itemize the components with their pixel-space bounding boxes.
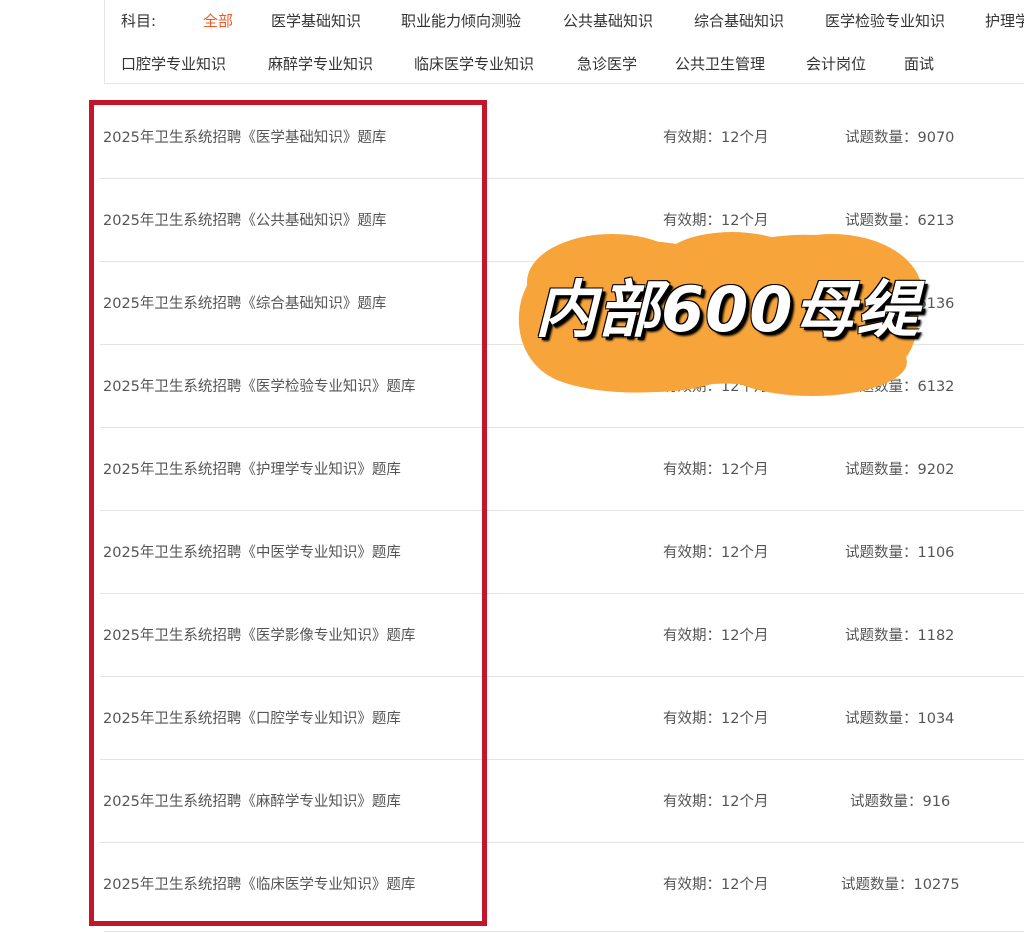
item-title[interactable]: 2025年卫生系统招聘《医学影像专业知识》题库 xyxy=(103,626,415,646)
filter-clinical-medicine[interactable]: 临床医学专业知识 xyxy=(414,52,534,76)
item-question-count: 试题数量：6213 xyxy=(845,213,955,229)
item-question-count: 试题数量：1034 xyxy=(845,711,955,727)
item-question-count: 试题数量：1182 xyxy=(845,628,955,644)
item-title[interactable]: 2025年卫生系统招聘《护理学专业知识》题库 xyxy=(103,460,401,480)
list-item[interactable]: 2025年卫生系统招聘《麻醉学专业知识》题库 有效期：12个月 试题数量：916 xyxy=(100,760,1024,843)
item-title[interactable]: 2025年卫生系统招聘《口腔学专业知识》题库 xyxy=(103,709,401,729)
filter-accounting[interactable]: 会计岗位 xyxy=(806,52,866,76)
list-item[interactable]: 2025年卫生系统招聘《护理学专业知识》题库 有效期：12个月 试题数量：920… xyxy=(100,428,1024,511)
item-question-count: 试题数量：9070 xyxy=(845,130,955,146)
item-title[interactable]: 2025年卫生系统招聘《麻醉学专业知识》题库 xyxy=(103,792,401,812)
list-item[interactable]: 2025年卫生系统招聘《口腔学专业知识》题库 有效期：12个月 试题数量：103… xyxy=(100,677,1024,760)
filter-emergency-medicine[interactable]: 急诊医学 xyxy=(577,52,637,76)
item-validity: 有效期：12个月 xyxy=(663,628,769,644)
item-title[interactable]: 2025年卫生系统招聘《医学基础知识》题库 xyxy=(103,128,386,148)
item-title[interactable]: 2025年卫生系统招聘《临床医学专业知识》题库 xyxy=(103,875,415,895)
item-validity: 有效期：12个月 xyxy=(663,213,769,229)
filter-nursing[interactable]: 护理学 xyxy=(985,9,1024,33)
filter-aptitude-test[interactable]: 职业能力倾向测验 xyxy=(401,9,521,33)
list-item[interactable]: 2025年卫生系统招聘《医学检验专业知识》题库 有效期：12个月 试题数量：61… xyxy=(100,345,1024,428)
item-title[interactable]: 2025年卫生系统招聘《医学检验专业知识》题库 xyxy=(103,377,415,397)
item-validity: 有效期：12个月 xyxy=(663,711,769,727)
item-title[interactable]: 2025年卫生系统招聘《综合基础知识》题库 xyxy=(103,294,386,314)
item-title[interactable]: 2025年卫生系统招聘《公共基础知识》题库 xyxy=(103,211,386,231)
item-question-count: 试题数量：916 xyxy=(850,794,951,810)
item-validity: 有效期：12个月 xyxy=(663,877,769,893)
list-item[interactable]: 2025年卫生系统招聘《中医学专业知识》题库 有效期：12个月 试题数量：110… xyxy=(100,511,1024,594)
list-item[interactable]: 2025年卫生系统招聘《医学影像专业知识》题库 有效期：12个月 试题数量：11… xyxy=(100,594,1024,677)
item-question-count: 试题数量：6132 xyxy=(845,379,955,395)
list-item[interactable]: 2025年卫生系统招聘《医学基础知识》题库 有效期：12个月 试题数量：9070 xyxy=(100,96,1024,179)
filter-all[interactable]: 全部 xyxy=(203,9,233,33)
filter-public-health[interactable]: 公共卫生管理 xyxy=(675,52,765,76)
filter-lab-medicine[interactable]: 医学检验专业知识 xyxy=(825,9,945,33)
filter-stomatology[interactable]: 口腔学专业知识 xyxy=(121,52,226,76)
item-question-count: 试题数量：10275 xyxy=(841,877,960,893)
item-question-count: 试题数量：1106 xyxy=(845,545,955,561)
subject-filter-bar: 科目: 全部 医学基础知识 职业能力倾向测验 公共基础知识 综合基础知识 医学检… xyxy=(104,0,1024,84)
filter-medical-basics[interactable]: 医学基础知识 xyxy=(271,9,361,33)
list-item[interactable]: 2025年卫生系统招聘《公共基础知识》题库 有效期：12个月 试题数量：6213 xyxy=(100,179,1024,262)
filter-anesthesiology[interactable]: 麻醉学专业知识 xyxy=(268,52,373,76)
filter-label: 科目: xyxy=(121,12,157,30)
filter-public-basics[interactable]: 公共基础知识 xyxy=(563,9,653,33)
item-question-count: 试题数量：9202 xyxy=(845,462,955,478)
question-bank-list: 2025年卫生系统招聘《医学基础知识》题库 有效期：12个月 试题数量：9070… xyxy=(100,96,1024,926)
item-validity: 有效期：12个月 xyxy=(663,545,769,561)
item-validity: 有效期：12个月 xyxy=(663,794,769,810)
filter-interview[interactable]: 面试 xyxy=(904,52,934,76)
filter-comprehensive-basics[interactable]: 综合基础知识 xyxy=(694,9,784,33)
list-item[interactable]: 2025年卫生系统招聘《临床医学专业知识》题库 有效期：12个月 试题数量：10… xyxy=(100,843,1024,926)
overlay-caption: 内部600母缇 xyxy=(535,273,920,346)
item-validity: 有效期：12个月 xyxy=(663,462,769,478)
list-bottom-divider xyxy=(104,931,1024,932)
item-validity: 有效期：12个月 xyxy=(663,379,769,395)
item-title[interactable]: 2025年卫生系统招聘《中医学专业知识》题库 xyxy=(103,543,401,563)
item-validity: 有效期：12个月 xyxy=(663,130,769,146)
